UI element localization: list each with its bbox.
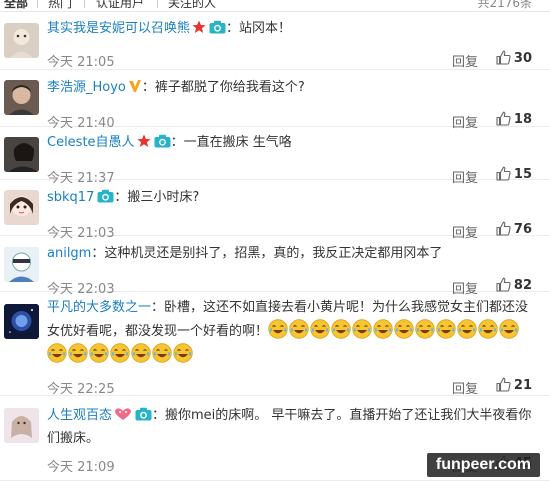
tab-hot[interactable]: 热门 xyxy=(48,0,72,11)
laugh-cry-emoji xyxy=(436,319,456,339)
comment-username[interactable]: 人生观百态 xyxy=(47,408,112,423)
avatar[interactable] xyxy=(4,23,39,58)
laugh-cry-emoji xyxy=(457,319,477,339)
tab-verified[interactable]: 认证用户 xyxy=(96,0,144,11)
vip-icon xyxy=(128,80,141,92)
tab-divider xyxy=(157,0,158,8)
comment-username[interactable]: sbkq17 xyxy=(47,190,94,205)
reply-button[interactable]: 回复 xyxy=(452,51,478,70)
like-count: 76 xyxy=(513,222,532,237)
comment-item: Celeste自愚人 ：一直在搬床 生气咯 今天 21:37 回复 15 xyxy=(0,127,550,186)
watermark: funpeer.com xyxy=(426,453,540,477)
reply-button[interactable]: 回复 xyxy=(452,378,478,397)
comment-username[interactable]: anilgm xyxy=(47,246,91,261)
comment-item: 其实我是安妮可以召唤熊 ：站冈本！ 今天 21:05 回复 30 xyxy=(0,13,550,70)
comment-time: 今天 21:05 xyxy=(47,55,115,70)
like-button[interactable]: 76 xyxy=(496,221,532,237)
avatar[interactable] xyxy=(4,137,39,172)
laugh-cry-emoji xyxy=(394,319,414,339)
laugh-cry-emoji xyxy=(478,319,498,339)
star-icon xyxy=(192,20,206,33)
laugh-cry-emoji xyxy=(352,319,372,339)
comment-text: ：这种机灵还是别抖了，招黑，真的，我反正决定都用冈本了 xyxy=(91,246,443,261)
comment-text: ：裤子都脱了你给我看这个? xyxy=(141,80,305,95)
camera-icon xyxy=(209,20,226,34)
laugh-cry-emoji xyxy=(173,343,193,363)
laugh-cry-emoji xyxy=(89,343,109,363)
camera-icon xyxy=(135,407,152,421)
tab-all[interactable]: 全部 xyxy=(4,0,28,11)
like-button[interactable]: 82 xyxy=(496,277,532,293)
laugh-cry-emoji xyxy=(373,319,393,339)
comment-username[interactable]: 李浩源_Hoyo xyxy=(47,80,126,95)
like-count: 82 xyxy=(513,278,532,293)
comment-username[interactable]: 平凡的大多数之一 xyxy=(47,300,151,315)
laugh-cry-emoji xyxy=(110,343,130,363)
laugh-cry-emoji xyxy=(47,343,67,363)
camera-icon xyxy=(97,189,114,203)
laugh-cry-emoji xyxy=(68,343,88,363)
comment-text: ：站冈本！ xyxy=(226,21,292,36)
comment-item: 平凡的大多数之一：卧槽，这还不如直接去看小黄片呢！为什么我感觉女主们都还没女优好… xyxy=(0,292,550,397)
like-count: 18 xyxy=(513,112,532,127)
like-button[interactable]: 30 xyxy=(496,50,532,66)
comment-item: 李浩源_Hoyo ：裤子都脱了你给我看这个? 今天 21:40 回复 18 xyxy=(0,70,550,131)
thumbs-up-icon xyxy=(496,277,511,292)
comment-time: 今天 21:09 xyxy=(47,460,115,475)
thumbs-up-icon xyxy=(496,221,511,236)
comment-text: ：搬三小时床? xyxy=(114,190,200,205)
avatar[interactable] xyxy=(4,190,39,225)
laugh-cry-emoji xyxy=(331,319,351,339)
star-icon xyxy=(136,134,151,147)
heart-icon xyxy=(115,408,131,420)
like-count: 21 xyxy=(513,378,532,393)
thumbs-up-icon xyxy=(496,111,511,126)
avatar[interactable] xyxy=(4,80,39,115)
thumbs-up-icon xyxy=(496,50,511,65)
filter-tabs: 全部 热门 认证用户 关注的人 共2176条 xyxy=(0,0,550,12)
comment-username[interactable]: 其实我是安妮可以召唤熊 xyxy=(47,21,190,36)
comment-text: ：一直在搬床 生气咯 xyxy=(170,135,292,150)
laugh-cry-emoji xyxy=(131,343,151,363)
laugh-cry-emoji xyxy=(310,319,330,339)
thumbs-up-icon xyxy=(496,166,511,181)
tab-divider xyxy=(84,0,85,8)
like-count: 30 xyxy=(513,51,532,66)
comment-time: 今天 22:25 xyxy=(47,382,115,397)
laugh-cry-emoji xyxy=(499,319,519,339)
comment-count: 共2176条 xyxy=(477,0,532,10)
like-button[interactable]: 21 xyxy=(496,377,532,393)
laugh-cry-emoji xyxy=(289,319,309,339)
tab-divider xyxy=(37,0,38,8)
comment-username[interactable]: Celeste自愚人 xyxy=(47,135,135,150)
like-button[interactable]: 18 xyxy=(496,111,532,127)
comment-item: anilgm：这种机灵还是别抖了，招黑，真的，我反正决定都用冈本了 今天 22:0… xyxy=(0,236,550,297)
avatar[interactable] xyxy=(4,408,39,443)
camera-icon xyxy=(154,134,171,148)
avatar[interactable] xyxy=(4,247,39,282)
laugh-cry-emoji xyxy=(415,319,435,339)
laugh-cry-emoji xyxy=(268,319,288,339)
tab-following[interactable]: 关注的人 xyxy=(168,0,216,11)
laugh-cry-emoji xyxy=(152,343,172,363)
thumbs-up-icon xyxy=(496,377,511,392)
comment-item: sbkq17 ：搬三小时床? 今天 21:03 回复 76 xyxy=(0,180,550,241)
avatar[interactable] xyxy=(4,304,39,339)
